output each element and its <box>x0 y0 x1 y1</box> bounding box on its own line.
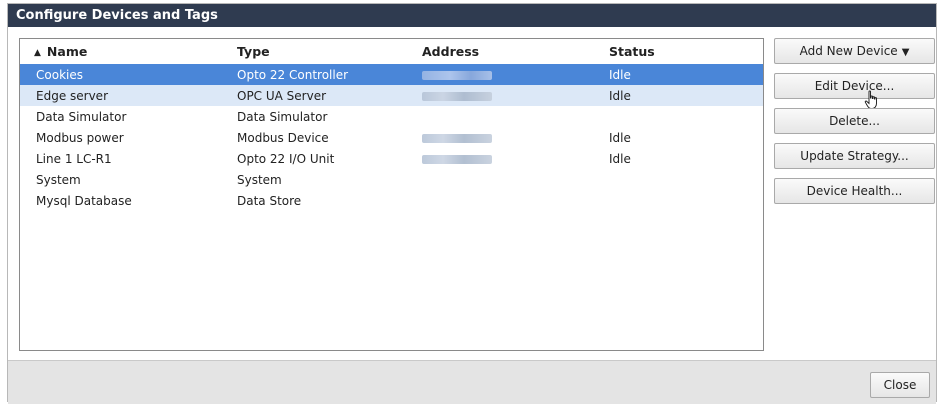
table-row[interactable]: Mysql Database Data Store <box>20 190 763 211</box>
table-row[interactable]: Modbus power Modbus Device Idle <box>20 127 763 148</box>
redacted-address <box>422 133 492 143</box>
dialog-title: Configure Devices and Tags <box>8 4 936 27</box>
edit-device-button[interactable]: Edit Device... <box>774 73 935 109</box>
column-header-name-label: Name <box>46 44 88 59</box>
cell-name: Edge server <box>20 85 237 106</box>
close-button[interactable]: Close <box>870 372 930 398</box>
cell-status: Idle <box>609 130 631 145</box>
cell-name: Cookies <box>20 64 237 85</box>
cell-name: Data Simulator <box>36 109 127 124</box>
column-header-type[interactable]: Type <box>237 39 422 64</box>
cell-name: Mysql Database <box>36 193 132 208</box>
cell-name: Modbus power <box>36 130 124 145</box>
table-header-row: ▲ Name Type Address Status <box>20 39 763 64</box>
column-header-status[interactable]: Status <box>609 39 763 64</box>
update-strategy-button[interactable]: Update Strategy... <box>774 143 935 169</box>
configure-devices-dialog: Configure Devices and Tags ▲ Name Type Ad… <box>7 3 937 404</box>
column-header-address[interactable]: Address <box>422 39 609 64</box>
cell-status: Idle <box>609 151 631 166</box>
cell-address <box>422 169 609 190</box>
table-row[interactable]: Data Simulator Data Simulator <box>20 106 763 127</box>
device-health-button[interactable]: Device Health... <box>774 178 935 204</box>
cell-address <box>422 85 609 106</box>
cell-status: Idle <box>609 85 763 106</box>
cell-address <box>422 190 609 211</box>
add-new-device-button[interactable]: Add New Device ▼ <box>774 38 935 64</box>
cell-type: Opto 22 Controller <box>237 64 422 85</box>
cell-address <box>422 127 609 148</box>
cell-address <box>422 148 609 169</box>
cell-address <box>422 64 609 85</box>
dropdown-triangle-icon: ▼ <box>901 47 910 58</box>
dialog-footer: Close <box>8 360 936 404</box>
devices-table-container: ▲ Name Type Address Status Cookies Opto 22… <box>19 38 764 351</box>
table-row[interactable]: Edge server OPC UA Server Idle <box>20 85 763 106</box>
cell-address <box>422 106 609 127</box>
table-row[interactable]: Line 1 LC-R1 Opto 22 I/O Unit Idle <box>20 148 763 169</box>
device-actions: Add New Device ▼ Edit Device... Delete...… <box>774 38 936 213</box>
cell-type: Data Store <box>237 193 302 208</box>
delete-button[interactable]: Delete... <box>774 108 935 134</box>
cell-name: Line 1 LC-R1 <box>36 151 112 166</box>
cell-status <box>609 169 763 190</box>
sort-ascending-icon: ▲ <box>34 48 41 58</box>
devices-table: ▲ Name Type Address Status Cookies Opto 22… <box>20 39 763 211</box>
add-new-device-label: Add New Device <box>799 44 898 58</box>
column-header-name[interactable]: ▲ Name <box>20 39 237 64</box>
cell-status: Idle <box>609 64 763 85</box>
cell-type: Opto 22 I/O Unit <box>237 151 335 166</box>
table-row[interactable]: Cookies Opto 22 Controller Idle <box>20 64 763 85</box>
cell-status <box>609 106 763 127</box>
redacted-address <box>422 70 492 80</box>
dialog-content: ▲ Name Type Address Status Cookies Opto 22… <box>8 27 936 360</box>
cell-type: OPC UA Server <box>237 85 422 106</box>
cell-type: Modbus Device <box>237 130 329 145</box>
edit-device-label: Edit Device... <box>814 79 895 93</box>
cell-name: System <box>36 172 81 187</box>
redacted-address <box>422 91 492 101</box>
table-row[interactable]: System System <box>20 169 763 190</box>
cell-type: System <box>237 172 282 187</box>
redacted-address <box>422 154 492 164</box>
hand-pointer-cursor-icon <box>864 90 877 109</box>
cell-type: Data Simulator <box>237 109 328 124</box>
cell-status <box>609 190 763 211</box>
